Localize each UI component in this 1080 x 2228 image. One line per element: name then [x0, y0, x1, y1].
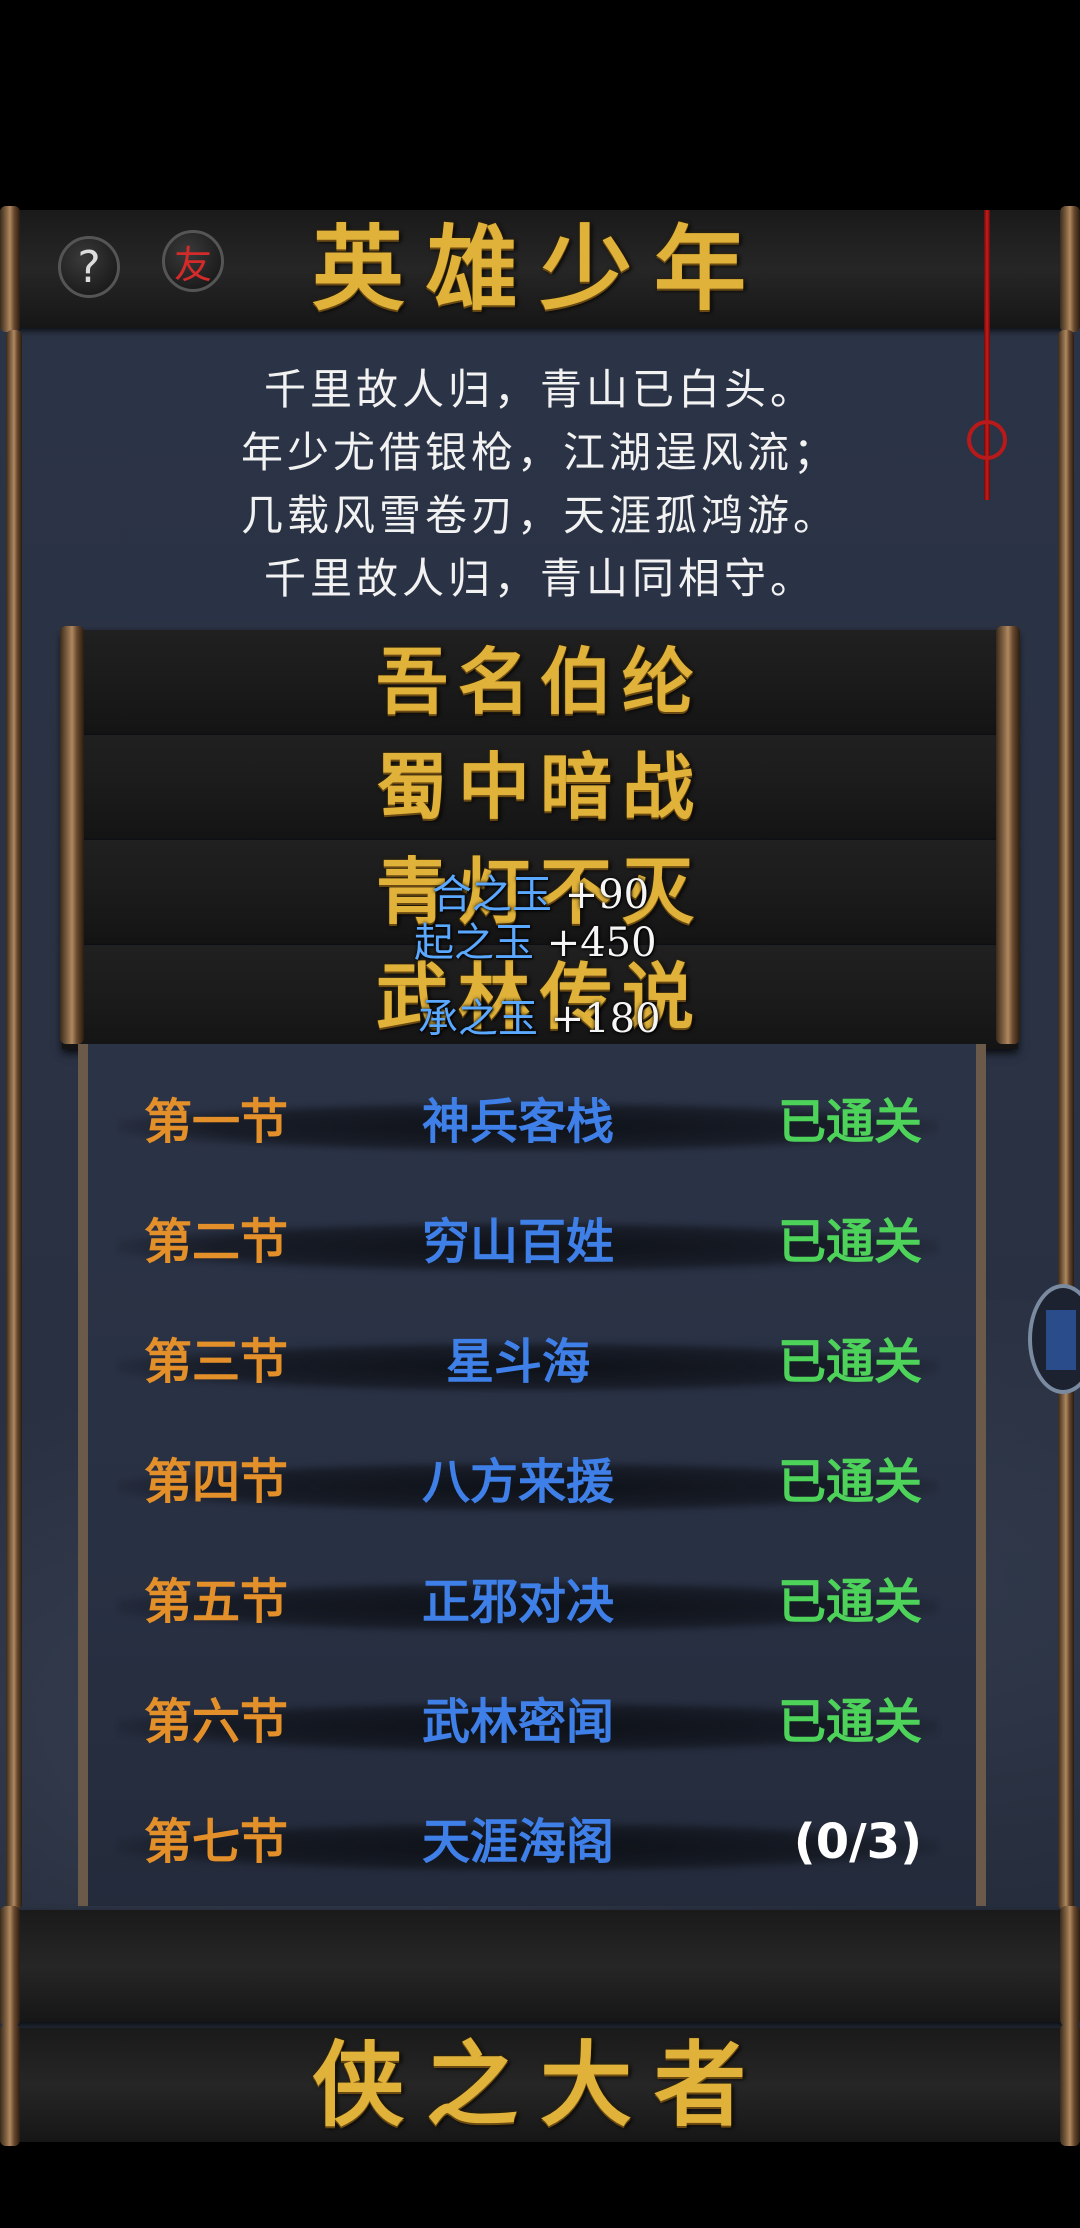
help-button[interactable]: ? — [58, 236, 120, 298]
poem-line: 几载风雪卷刃，天涯孤鸿游。 — [240, 491, 839, 540]
section-status: 已通关 — [777, 1094, 922, 1150]
empty-chapter-bar — [14, 1910, 1066, 2022]
footer-rod-left — [0, 2024, 20, 2146]
friend-button[interactable]: 友 — [162, 230, 224, 292]
reward-amount: +450 — [546, 920, 657, 966]
section-name: 天涯海阁 — [421, 1814, 614, 1870]
poem-line: 年少尤借银枪，江湖逞风流； — [240, 428, 839, 477]
footer-title: 侠之大者 — [311, 2031, 768, 2139]
header-rod-right — [1060, 206, 1080, 332]
header-rod-left — [0, 206, 20, 332]
section-row[interactable]: 第六节 武林密闻 已通关 — [88, 1668, 976, 1778]
section-progress: (0/3) — [793, 1814, 922, 1870]
section-number: 第七节 — [144, 1814, 289, 1870]
footer-rod-right — [1060, 2024, 1080, 2146]
chapter-rod-left — [60, 626, 84, 1044]
section-number: 第一节 — [144, 1094, 289, 1150]
section-status: 已通关 — [777, 1214, 922, 1270]
empty-bar-rod-right — [1060, 1906, 1080, 2026]
section-row[interactable]: 第七节 天涯海阁 (0/3) — [88, 1788, 976, 1898]
footer-bar[interactable]: 侠之大者 — [14, 2028, 1066, 2142]
section-name: 武林密闻 — [421, 1694, 614, 1750]
poem-line: 千里故人归，青山同相守。 — [263, 554, 816, 603]
chapter-title: 蜀中暗战 — [375, 744, 704, 829]
section-name: 穷山百姓 — [421, 1214, 614, 1270]
section-status: 已通关 — [777, 1694, 922, 1750]
reward-popup: 承之玉 +180 — [418, 986, 661, 1044]
section-number: 第三节 — [144, 1334, 289, 1390]
friend-seal-icon: 友 — [173, 242, 212, 287]
poem-text: 千里故人归，青山已白头。 年少尤借银枪，江湖逞风流； 几载风雪卷刃，天涯孤鸿游。… — [0, 358, 1080, 610]
section-name: 八方来援 — [421, 1454, 614, 1510]
section-row[interactable]: 第三节 星斗海 已通关 — [88, 1308, 976, 1418]
section-number: 第六节 — [144, 1694, 289, 1750]
chapter-rod-right — [996, 626, 1020, 1044]
section-name: 神兵客栈 — [421, 1094, 614, 1150]
section-status: 已通关 — [777, 1454, 922, 1510]
reward-popup: 起之玉 +450 — [414, 910, 657, 968]
section-status: 已通关 — [777, 1334, 922, 1390]
section-name: 正邪对决 — [421, 1574, 614, 1630]
chapter-title: 吾名伯纶 — [375, 639, 704, 724]
chapter-bar-2[interactable]: 蜀中暗战 — [62, 735, 1018, 839]
chapter-bar-1[interactable]: 吾名伯纶 — [62, 630, 1018, 734]
reward-amount: +180 — [550, 996, 661, 1042]
reward-name: 承之玉 — [418, 996, 538, 1042]
section-row[interactable]: 第一节 神兵客栈 已通关 — [88, 1068, 976, 1178]
section-number: 第四节 — [144, 1454, 289, 1510]
section-number: 第二节 — [144, 1214, 289, 1270]
poem-line: 千里故人归，青山已白头。 — [263, 365, 816, 414]
section-row[interactable]: 第四节 八方来援 已通关 — [88, 1428, 976, 1538]
section-status: 已通关 — [777, 1574, 922, 1630]
section-row[interactable]: 第二节 穷山百姓 已通关 — [88, 1188, 976, 1298]
section-row[interactable]: 第五节 正邪对决 已通关 — [88, 1548, 976, 1658]
section-number: 第五节 — [144, 1574, 289, 1630]
empty-bar-rod-left — [0, 1906, 20, 2026]
section-list-panel: 第一节 神兵客栈 已通关 第二节 穷山百姓 已通关 第三节 星斗海 已通关 第四… — [78, 1044, 986, 1906]
reward-name: 起之玉 — [414, 920, 534, 966]
question-mark-icon: ? — [77, 241, 101, 293]
section-name: 星斗海 — [445, 1334, 590, 1390]
